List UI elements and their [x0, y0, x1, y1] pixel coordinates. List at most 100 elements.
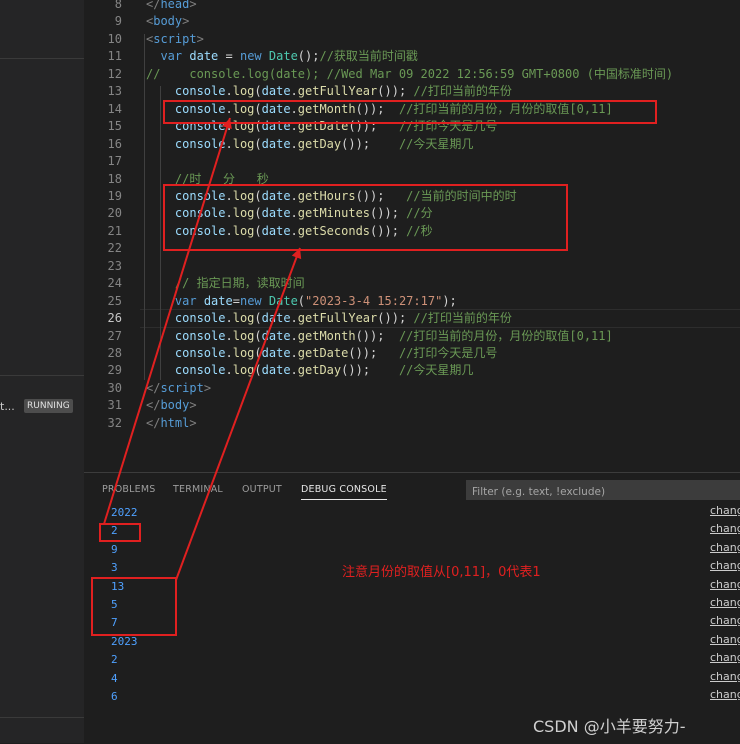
- code-text[interactable]: </body>: [146, 397, 197, 414]
- tab-output[interactable]: OUTPUT: [242, 484, 282, 495]
- line-number: 8: [114, 0, 122, 11]
- console-output-line: 2022: [111, 506, 138, 519]
- line-number: 30: [107, 380, 122, 395]
- source-link[interactable]: chang: [710, 670, 740, 683]
- code-line[interactable]: 26 console.log(date.getFullYear()); //打印…: [84, 310, 740, 327]
- code-line[interactable]: 17: [84, 153, 740, 170]
- code-text[interactable]: // 指定日期，读取时间: [146, 275, 305, 292]
- console-output-line: 6: [111, 690, 118, 703]
- line-number: 20: [107, 206, 122, 221]
- source-link[interactable]: chang: [710, 688, 740, 701]
- source-link[interactable]: chang: [710, 541, 740, 554]
- code-line[interactable]: 19 console.log(date.getHours()); //当前的时间…: [84, 188, 740, 205]
- tab-terminal[interactable]: TERMINAL: [173, 484, 223, 495]
- console-output-line: 4: [111, 671, 118, 685]
- code-text[interactable]: console.log(date.getDate()); //打印今天是几号: [146, 118, 497, 135]
- code-text[interactable]: </script>: [146, 380, 211, 397]
- line-number: 19: [107, 188, 122, 203]
- source-link[interactable]: chang: [710, 522, 740, 535]
- console-filter[interactable]: [466, 480, 740, 502]
- code-line[interactable]: 28 console.log(date.getDate()); //打印今天是几…: [84, 345, 740, 362]
- code-line[interactable]: 29 console.log(date.getDay()); //今天星期几: [84, 362, 740, 379]
- source-link[interactable]: chang: [710, 614, 740, 627]
- code-line[interactable]: 27 console.log(date.getMonth()); //打印当前的…: [84, 328, 740, 345]
- code-line[interactable]: 16 console.log(date.getDay()); //今天星期几: [84, 136, 740, 153]
- code-line[interactable]: 21 console.log(date.getSeconds()); //秒: [84, 223, 740, 240]
- code-line[interactable]: 20 console.log(date.getMinutes()); //分: [84, 205, 740, 222]
- line-number: 11: [107, 49, 122, 64]
- code-line[interactable]: 14 console.log(date.getMonth()); //打印当前的…: [84, 101, 740, 118]
- code-text[interactable]: console.log(date.getDay()); //今天星期几: [146, 136, 473, 153]
- code-text[interactable]: console.log(date.getDay()); //今天星期几: [146, 362, 473, 379]
- code-line[interactable]: 22: [84, 240, 740, 257]
- code-text[interactable]: </html>: [146, 415, 197, 432]
- line-number: 21: [107, 223, 122, 238]
- annotation-note: 注意月份的取值从[0,11]，0代表1: [342, 565, 541, 580]
- line-number: 28: [107, 346, 122, 360]
- line-number: 16: [107, 136, 122, 151]
- line-number: 25: [107, 293, 122, 308]
- code-editor[interactable]: 8 </head> 9 <body> 10 <script> 11 var date = n…: [84, 0, 740, 472]
- console-output-line: 13: [111, 579, 125, 593]
- code-text[interactable]: var date=new Date("2023-3-4 15:27:17");: [146, 293, 457, 310]
- source-link[interactable]: chang: [710, 504, 740, 517]
- line-number: 23: [107, 258, 122, 273]
- code-text[interactable]: console.log(date.getMinutes()); //分: [146, 205, 433, 222]
- code-text[interactable]: console.log(date.getFullYear()); //打印当前的…: [146, 310, 512, 327]
- code-line[interactable]: 9 <body>: [84, 13, 740, 30]
- code-text[interactable]: <script>: [146, 31, 204, 48]
- source-link[interactable]: chang: [710, 633, 740, 646]
- filter-input[interactable]: [466, 482, 738, 502]
- debug-session-item[interactable]: t... RUNNING: [0, 398, 84, 418]
- line-number: 13: [107, 84, 122, 99]
- csdn-watermark: CSDN @小羊要努力-: [533, 717, 686, 736]
- console-output-line: 5: [111, 598, 118, 611]
- code-line[interactable]: 12 // console.log(date); //Wed Mar 09 202…: [84, 66, 740, 83]
- code-text[interactable]: </head>: [146, 0, 197, 13]
- code-text[interactable]: // console.log(date); //Wed Mar 09 2022 …: [146, 66, 673, 83]
- console-output-line: 2023: [111, 634, 138, 648]
- line-number: 17: [107, 154, 122, 169]
- code-line[interactable]: 31 </body>: [84, 397, 740, 414]
- tab-problems[interactable]: PROBLEMS: [102, 484, 155, 495]
- running-badge: RUNNING: [24, 399, 73, 413]
- code-line[interactable]: 10 <script>: [84, 31, 740, 48]
- code-text[interactable]: console.log(date.getFullYear()); //打印当前的…: [146, 83, 512, 100]
- line-number: 32: [107, 415, 122, 430]
- code-line[interactable]: 13 console.log(date.getFullYear()); //打印…: [84, 83, 740, 100]
- code-line[interactable]: 32 </html>: [84, 415, 740, 432]
- console-output-line: 3: [111, 561, 118, 575]
- code-text[interactable]: console.log(date.getHours()); //当前的时间中的时: [146, 188, 517, 205]
- line-number: 18: [107, 171, 122, 186]
- code-line[interactable]: 24 // 指定日期，读取时间: [84, 275, 740, 292]
- sidebar-divider: [0, 375, 84, 376]
- console-output-line: 2: [111, 653, 118, 667]
- source-link[interactable]: chang: [710, 596, 740, 609]
- code-text[interactable]: var date = new Date();//获取当前时间戳: [146, 48, 417, 65]
- source-link[interactable]: chang: [710, 559, 740, 572]
- line-number: 9: [114, 14, 122, 29]
- code-line[interactable]: 8 </head>: [84, 0, 740, 13]
- code-text[interactable]: //时 分 秒: [146, 171, 269, 188]
- code-line[interactable]: 30 </script>: [84, 380, 740, 397]
- console-output-line: 2: [111, 524, 118, 538]
- code-text[interactable]: console.log(date.getSeconds()); //秒: [146, 223, 433, 240]
- source-link[interactable]: chang: [710, 651, 740, 664]
- source-link[interactable]: chang: [710, 578, 740, 591]
- explorer-sidebar: t... RUNNING: [0, 0, 85, 743]
- code-text[interactable]: console.log(date.getDate()); //打印今天是几号: [146, 345, 497, 362]
- line-number: 15: [107, 119, 122, 134]
- line-number: 26: [107, 311, 122, 326]
- console-output-line: 7: [111, 616, 118, 630]
- code-line[interactable]: 15 console.log(date.getDate()); //打印今天是几…: [84, 118, 740, 135]
- code-text[interactable]: <body>: [146, 13, 189, 30]
- code-text[interactable]: console.log(date.getMonth()); //打印当前的月份，…: [146, 328, 613, 345]
- code-line[interactable]: 11 var date = new Date();//获取当前时间戳: [84, 48, 740, 65]
- tab-debug-console[interactable]: DEBUG CONSOLE: [301, 484, 387, 500]
- code-text[interactable]: console.log(date.getMonth()); //打印当前的月份，…: [146, 101, 613, 118]
- code-line[interactable]: 23: [84, 258, 740, 275]
- code-line[interactable]: 25 var date=new Date("2023-3-4 15:27:17"…: [84, 293, 740, 310]
- code-line[interactable]: 18 //时 分 秒: [84, 171, 740, 188]
- line-number: 29: [107, 363, 122, 378]
- line-number: 31: [107, 398, 122, 413]
